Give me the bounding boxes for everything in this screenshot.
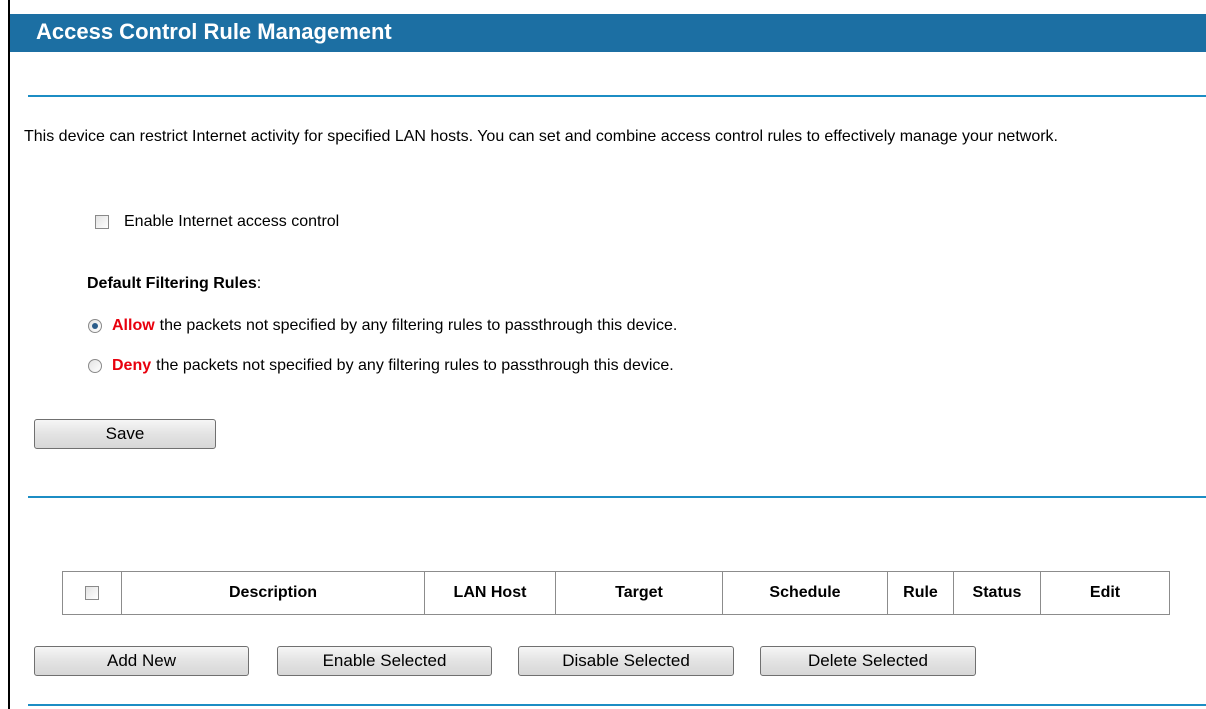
column-header-target: Target bbox=[555, 571, 723, 615]
column-header-description: Description bbox=[121, 571, 425, 615]
rules-table: Description LAN Host Target Schedule Rul… bbox=[62, 571, 1170, 615]
default-filtering-heading-suffix: : bbox=[256, 275, 262, 292]
page: Access Control Rule Management This devi… bbox=[0, 0, 1206, 709]
divider-bottom bbox=[28, 704, 1206, 706]
deny-radio[interactable] bbox=[88, 359, 102, 373]
select-all-cell bbox=[62, 571, 122, 615]
select-all-checkbox[interactable] bbox=[85, 585, 99, 600]
enable-internet-access-control-checkbox[interactable] bbox=[95, 215, 109, 229]
column-header-rule: Rule bbox=[887, 571, 954, 615]
add-new-button[interactable]: Add New bbox=[34, 646, 249, 676]
column-header-schedule: Schedule bbox=[722, 571, 888, 615]
delete-selected-button[interactable]: Delete Selected bbox=[760, 646, 976, 676]
allow-radio[interactable] bbox=[88, 319, 102, 333]
column-header-lan-host: LAN Host bbox=[424, 571, 556, 615]
save-button[interactable]: Save bbox=[34, 419, 216, 449]
allow-description: the packets not specified by any filteri… bbox=[159, 317, 678, 334]
allow-keyword: Allow bbox=[112, 317, 155, 334]
enable-internet-access-control-label: Enable Internet access control bbox=[124, 213, 340, 230]
frame-border bbox=[8, 0, 10, 709]
column-header-edit: Edit bbox=[1040, 571, 1170, 615]
default-filtering-heading: Default Filtering Rules: bbox=[87, 275, 261, 293]
page-title: Access Control Rule Management bbox=[36, 19, 392, 44]
deny-keyword: Deny bbox=[112, 357, 152, 374]
enable-control-row[interactable]: Enable Internet access control bbox=[95, 213, 339, 231]
column-header-status: Status bbox=[953, 571, 1041, 615]
title-bar: Access Control Rule Management bbox=[10, 14, 1206, 52]
disable-selected-button[interactable]: Disable Selected bbox=[518, 646, 734, 676]
divider-top bbox=[28, 95, 1206, 97]
intro-text: This device can restrict Internet activi… bbox=[24, 128, 1058, 145]
default-filtering-heading-text: Default Filtering Rules bbox=[87, 275, 257, 292]
radio-allow-row[interactable]: Allow the packets not specified by any f… bbox=[88, 317, 677, 335]
table-header-row: Description LAN Host Target Schedule Rul… bbox=[62, 571, 1170, 615]
enable-selected-button[interactable]: Enable Selected bbox=[277, 646, 492, 676]
divider-middle bbox=[28, 496, 1206, 498]
deny-description: the packets not specified by any filteri… bbox=[156, 357, 674, 374]
radio-deny-row[interactable]: Deny the packets not specified by any fi… bbox=[88, 357, 674, 375]
